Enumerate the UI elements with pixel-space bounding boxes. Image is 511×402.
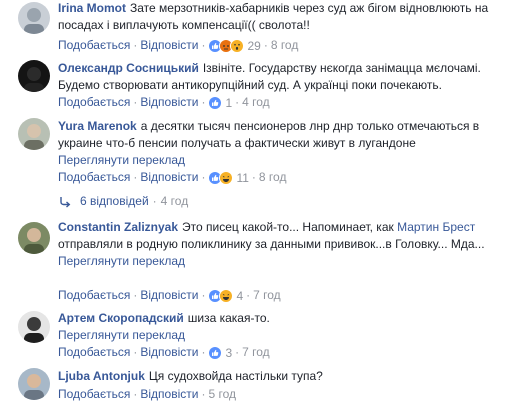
comment-time[interactable]: 8 год [271,38,299,52]
comment-actions: Подобається · Відповісти · 3 · 7 год [58,344,270,360]
mention-link[interactable]: Мартин Брест [397,220,475,234]
comment-actions: Подобається · Відповісти · 5 год [58,386,236,402]
reply-link[interactable]: Відповісти [140,38,198,52]
comment-author[interactable]: Ljuba Antonjuk [58,369,145,383]
reaction-summary[interactable]: 11 [208,169,249,185]
separator: · [201,387,206,401]
like-link[interactable]: Подобається [58,345,130,359]
comment-text-continued: отправляли в родную поликлинику за данны… [58,237,485,251]
reply-link[interactable]: Відповісти [140,387,198,401]
comment-time[interactable]: 4 год [242,95,270,109]
avatar[interactable] [18,311,50,343]
separator: · [152,194,157,208]
comment-actions: Подобається · Відповісти · 4 · 7 год [58,287,281,303]
like-link[interactable]: Подобається [58,387,130,401]
avatar[interactable] [18,60,50,92]
comment-body: Ljuba Antonjuk Ця судохвойда настільки ту… [58,368,505,385]
comment-text: Ця судохвойда настільки тупа? [148,369,323,383]
reaction-count: 3 [225,345,233,360]
haha-icon [219,288,234,303]
reply-link[interactable]: Відповісти [140,288,198,302]
avatar[interactable] [18,2,50,34]
like-icon [208,345,223,360]
replies-time: 4 год [160,194,189,208]
comment-author[interactable]: Irina Momot [58,1,126,15]
comment-body: Constantin Zaliznyak Это писец какой-то..… [58,219,505,270]
separator: · [201,288,206,302]
reaction-summary[interactable]: 4 [208,287,243,303]
separator: · [133,288,138,302]
see-translation-link[interactable]: Переглянути переклад [58,328,185,342]
separator: · [246,288,251,302]
reaction-count: 4 [236,288,244,303]
like-link[interactable]: Подобається [58,95,130,109]
comment-time[interactable]: 5 год [208,387,236,401]
reply-link[interactable]: Відповісти [140,170,198,184]
comment-body: Олександр Сосницький Ізвініте. Государств… [58,60,505,94]
separator: · [201,345,206,359]
reply-link[interactable]: Відповісти [140,95,198,109]
haha-icon [219,170,234,185]
comment-body: Yura Marenok а десятки тысяч пенсионеров … [58,118,505,169]
avatar[interactable] [18,222,50,254]
comment-body: Артем Скоропадский шиза какая-то. Перегля… [58,310,505,344]
comment-thread: Irina Momot Зате мерзотників-хабарників ч… [0,0,511,402]
like-link[interactable]: Подобається [58,170,130,184]
comment-author[interactable]: Олександр Сосницький [58,61,199,75]
separator: · [235,95,240,109]
comment-time[interactable]: 7 год [242,345,270,359]
comment-author[interactable]: Артем Скоропадский [58,311,184,325]
separator: · [263,38,268,52]
comment-time[interactable]: 7 год [253,288,281,302]
reaction-count: 1 [225,95,233,110]
separator: · [235,345,240,359]
separator: · [201,95,206,109]
reply-link[interactable]: Відповісти [140,345,198,359]
comment-body: Irina Momot Зате мерзотників-хабарників ч… [58,0,505,34]
separator: · [133,170,138,184]
comment-text: Это писец какой-то... Напоминает, как [182,220,394,234]
separator: · [201,38,206,52]
comment-author[interactable]: Constantin Zaliznyak [58,220,178,234]
comment-actions: Подобається · Відповісти · 11 · 8 год [58,169,286,185]
comment-time[interactable]: 8 год [259,170,287,184]
like-link[interactable]: Подобається [58,38,130,52]
separator: · [133,95,138,109]
see-translation-link[interactable]: Переглянути переклад [58,153,185,167]
comment-author[interactable]: Yura Marenok [58,119,137,133]
reaction-summary[interactable]: 3 [208,344,232,360]
like-link[interactable]: Подобається [58,288,130,302]
separator: · [133,345,138,359]
comment-actions: Подобається · Відповісти · 29 · 8 год [58,37,298,53]
like-icon [208,95,223,110]
replies-count[interactable]: 6 відповідей [80,194,149,208]
comment-text: шиза какая-то. [187,311,270,325]
reply-arrow-icon [58,195,72,209]
separator: · [133,38,138,52]
reaction-summary[interactable]: 29 [208,37,261,53]
wow-icon [230,38,245,53]
reaction-count: 11 [236,170,249,185]
see-translation-link[interactable]: Переглянути переклад [58,254,185,268]
avatar[interactable] [18,368,50,400]
avatar[interactable] [18,118,50,150]
reaction-count: 29 [247,38,261,53]
separator: · [133,387,138,401]
reaction-summary[interactable]: 1 [208,94,232,110]
separator: · [251,170,256,184]
comment-actions: Подобається · Відповісти · 1 · 4 год [58,94,270,110]
separator: · [201,170,206,184]
view-replies[interactable]: 6 відповідей · 4 год [58,193,188,209]
